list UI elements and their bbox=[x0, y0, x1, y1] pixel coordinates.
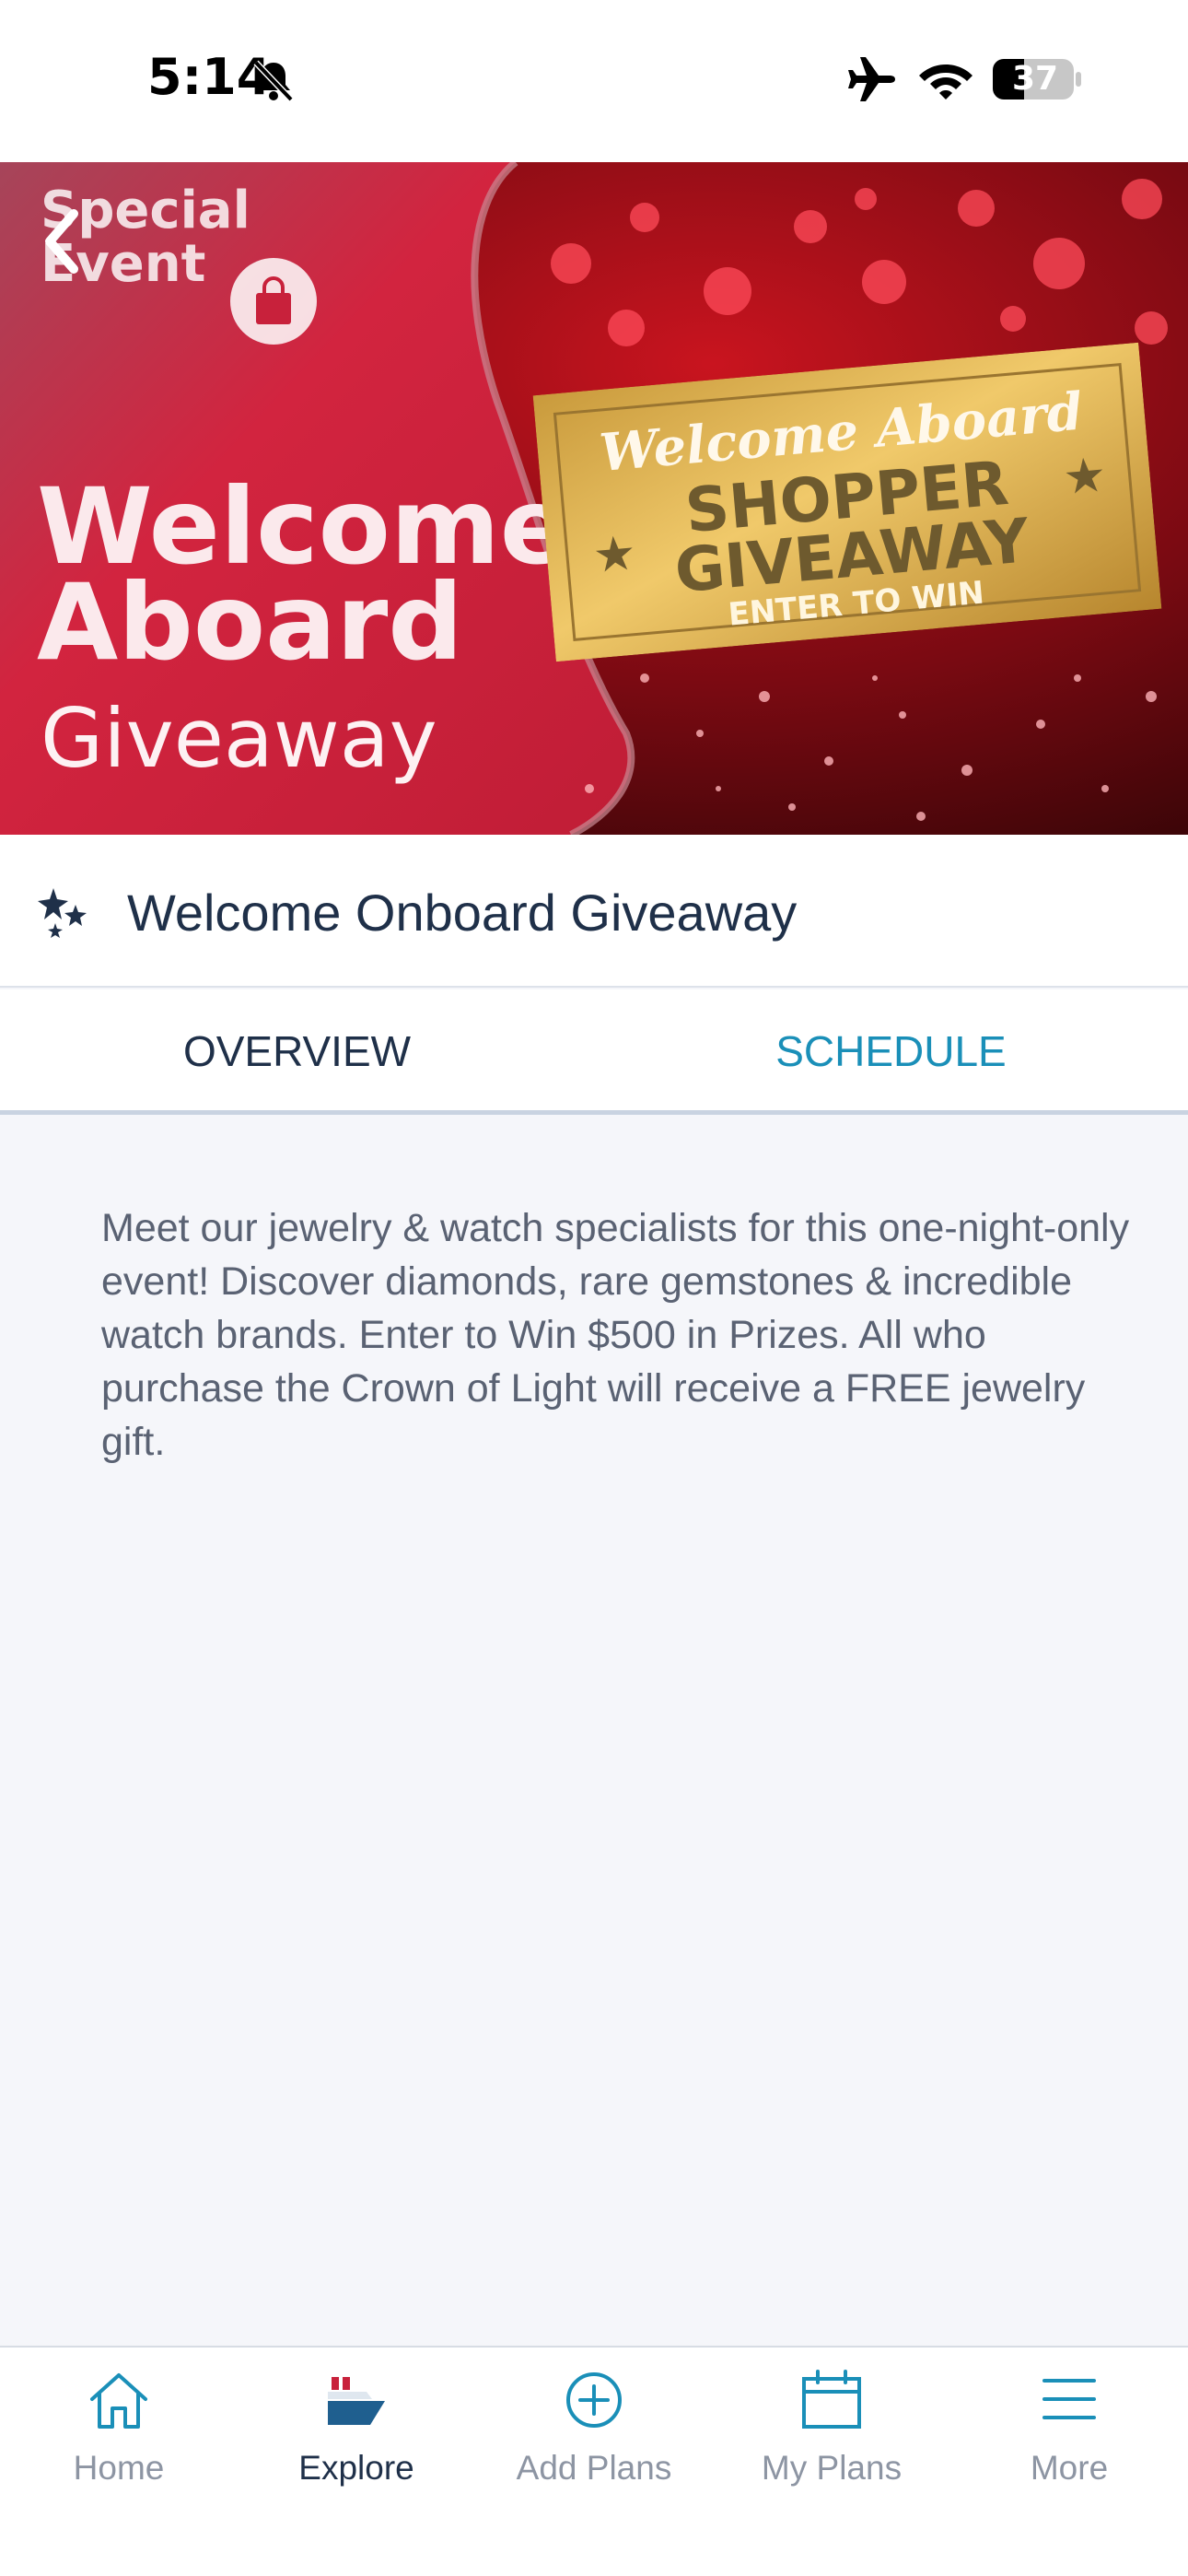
airplane-icon bbox=[848, 57, 895, 101]
nav-explore-label: Explore bbox=[298, 2449, 414, 2487]
status-bar: 5:14 37 bbox=[0, 0, 1188, 162]
event-title: Welcome Onboard Giveaway bbox=[127, 884, 798, 942]
nav-explore[interactable]: Explore bbox=[238, 2348, 475, 2513]
calendar-icon bbox=[802, 2370, 861, 2429]
nav-more-label: More bbox=[1030, 2449, 1109, 2487]
hero-banner: Special Event Welcome Aboard Giveaway We… bbox=[0, 162, 1188, 835]
nav-add-plans-label: Add Plans bbox=[516, 2449, 672, 2487]
hero-title-line-2: Aboard bbox=[37, 561, 463, 684]
bell-muted-icon bbox=[253, 60, 294, 102]
bottom-nav: Home Explore Add Plans My Plans More bbox=[0, 2346, 1188, 2576]
tab-bar: OVERVIEW SCHEDULE bbox=[0, 989, 1188, 1115]
nav-my-plans-label: My Plans bbox=[761, 2449, 903, 2487]
back-button[interactable] bbox=[37, 205, 92, 278]
nav-add-plans[interactable]: Add Plans bbox=[475, 2348, 713, 2513]
wifi-icon bbox=[919, 64, 973, 100]
nav-more[interactable]: More bbox=[950, 2348, 1188, 2513]
ship-icon bbox=[328, 2377, 385, 2425]
shopping-bag-icon bbox=[230, 258, 317, 345]
star-icon: ★ bbox=[1061, 448, 1109, 506]
battery-level: 37 bbox=[1011, 60, 1059, 98]
nav-home-label: Home bbox=[73, 2449, 165, 2487]
tab-overview[interactable]: OVERVIEW bbox=[0, 989, 594, 1110]
sparkle-stars-icon bbox=[38, 888, 87, 938]
giveaway-ticket: Welcome Aboard SHOPPER GIVEAWAY ENTER TO… bbox=[532, 342, 1162, 662]
nav-home[interactable]: Home bbox=[0, 2348, 238, 2513]
tab-schedule[interactable]: SCHEDULE bbox=[594, 989, 1188, 1110]
event-title-row: Welcome Onboard Giveaway bbox=[0, 835, 1188, 988]
hero-title: Welcome Aboard bbox=[37, 474, 571, 684]
plus-circle-icon bbox=[566, 2372, 622, 2428]
event-description: Meet our jewelry & watch specialists for… bbox=[101, 1206, 1130, 1464]
hero-subtitle: Giveaway bbox=[41, 691, 437, 786]
home-icon bbox=[90, 2373, 147, 2429]
nav-my-plans[interactable]: My Plans bbox=[713, 2348, 950, 2513]
menu-icon bbox=[1042, 2379, 1096, 2419]
star-icon: ★ bbox=[590, 526, 639, 584]
